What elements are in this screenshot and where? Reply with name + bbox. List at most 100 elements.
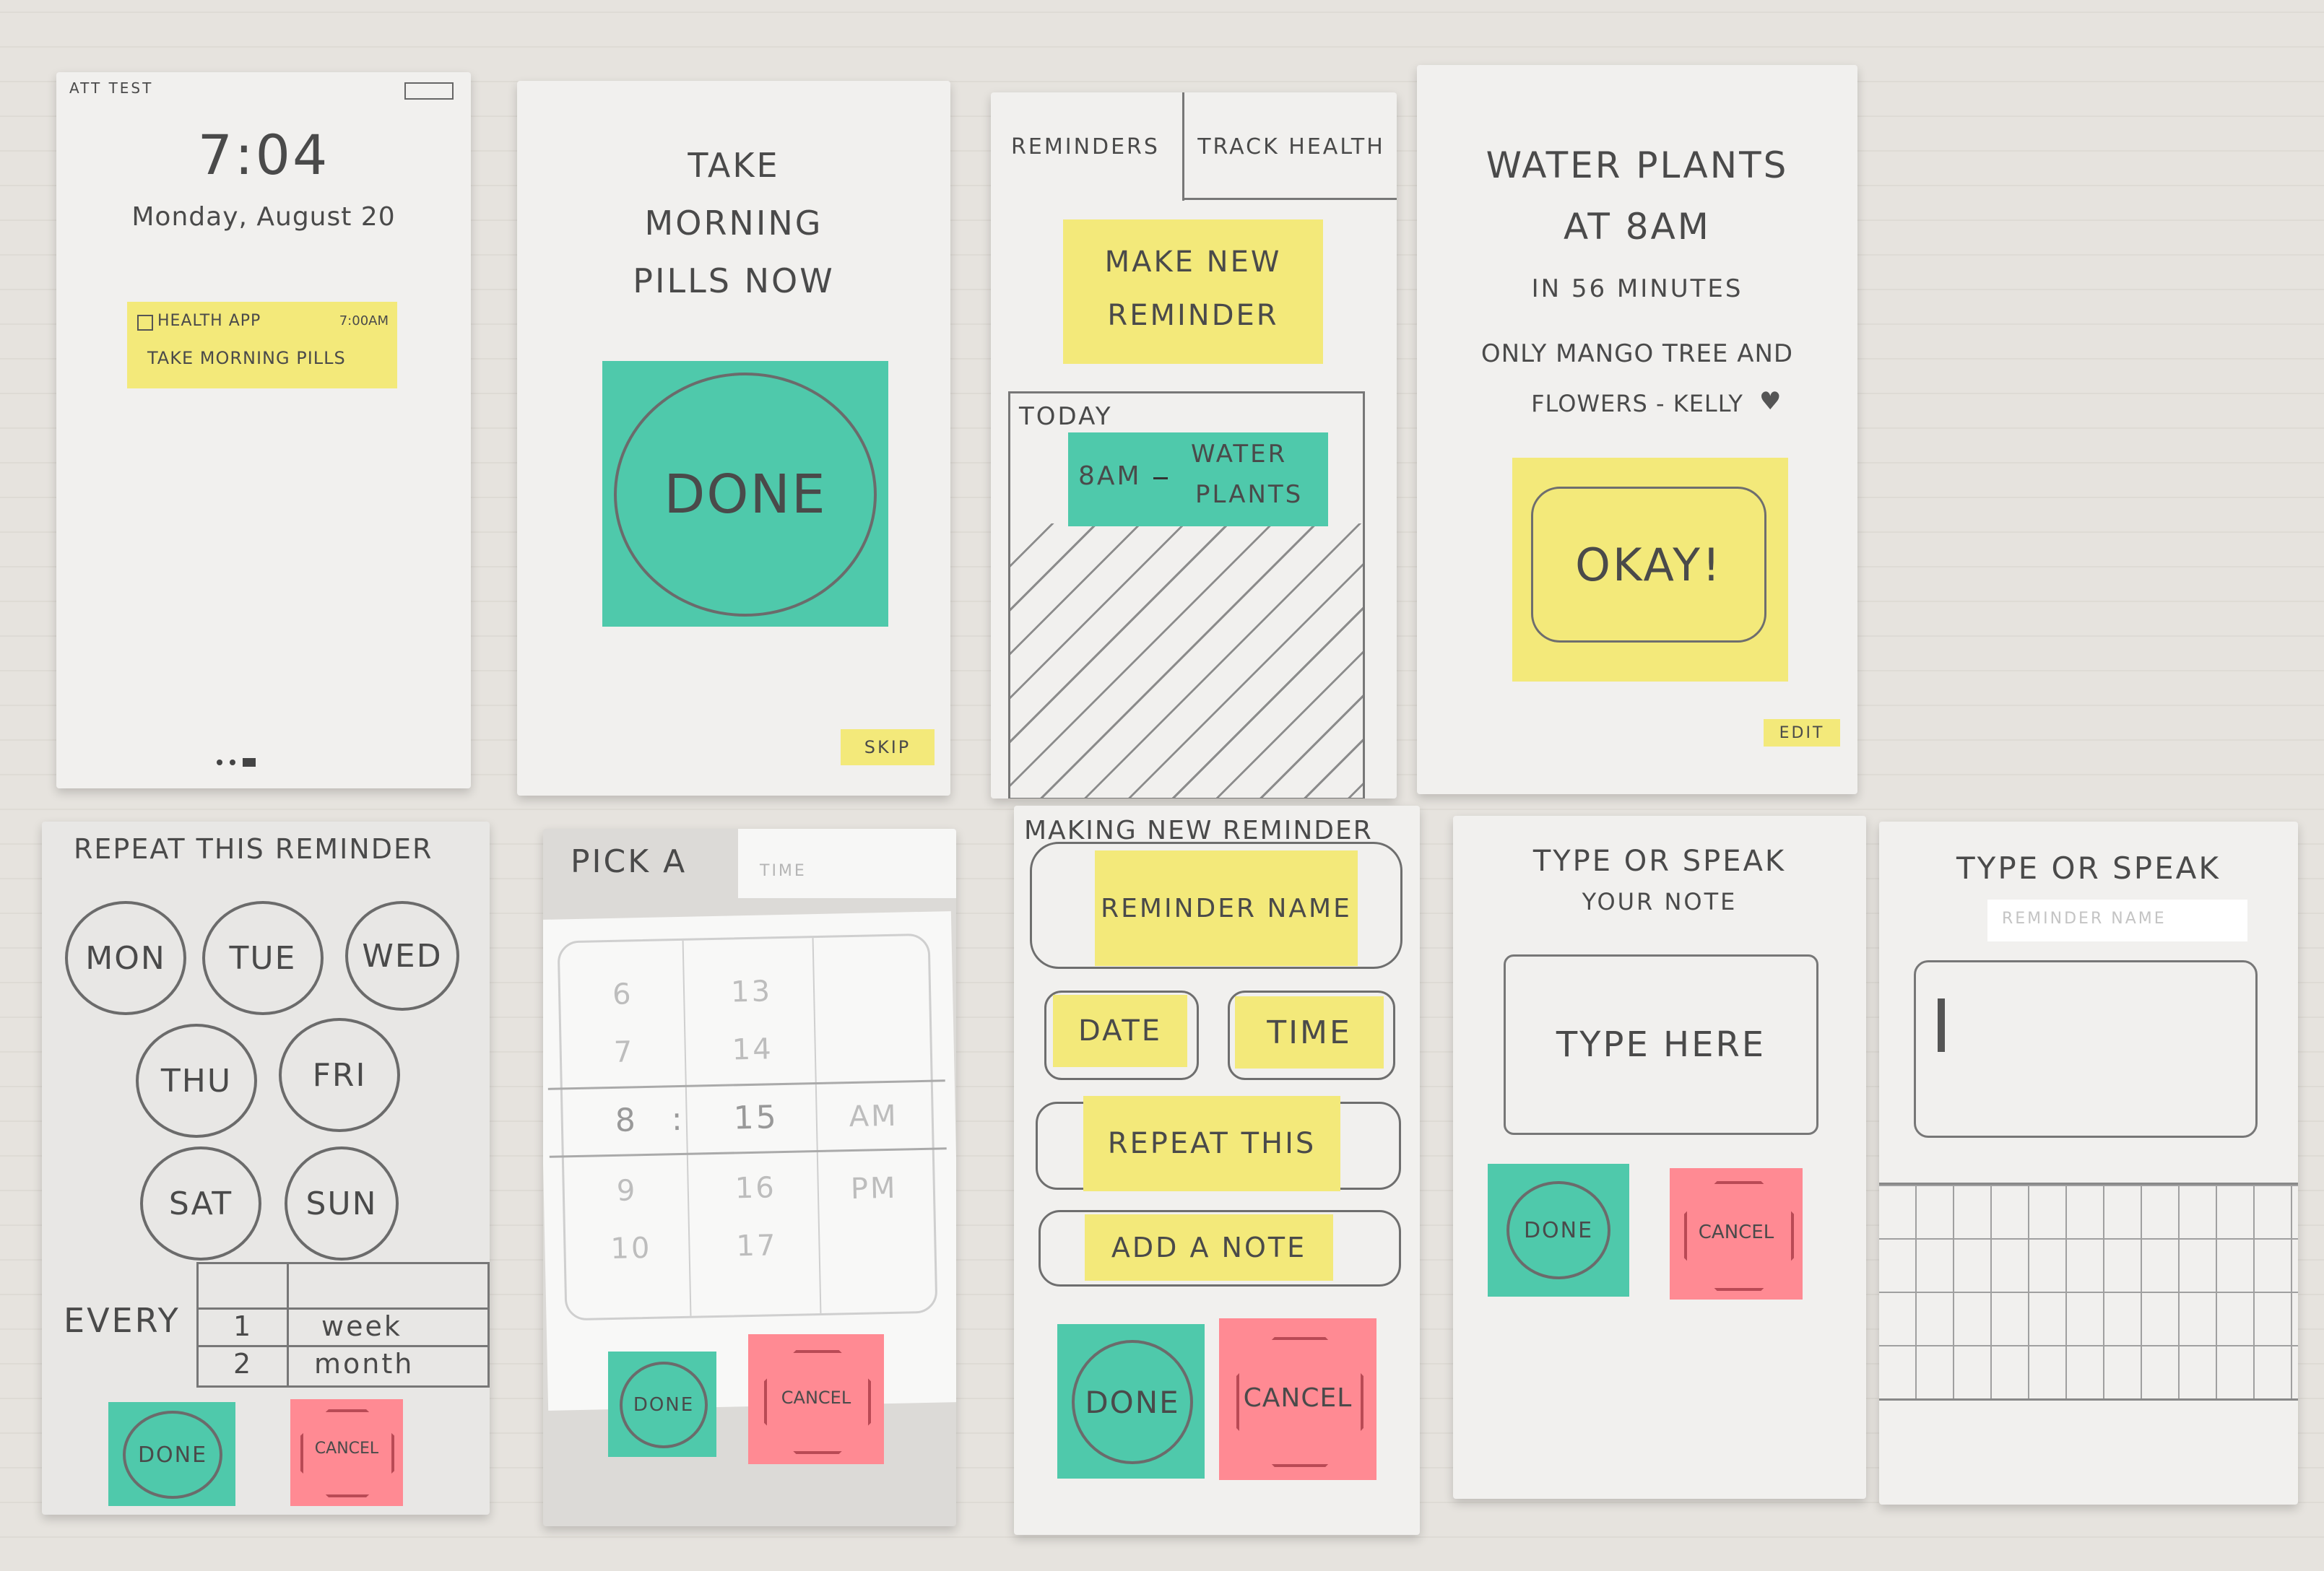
repeat-title: REPEAT THIS REMINDER: [74, 833, 433, 865]
okay-button[interactable]: OKAY!: [1531, 487, 1766, 643]
edit-button[interactable]: EDIT: [1764, 719, 1840, 747]
new-cancel-label: CANCEL: [1243, 1383, 1353, 1413]
picker-number-2[interactable]: 2: [233, 1348, 253, 1380]
notification-banner[interactable]: HEALTH APP 7:00AM TAKE MORNING PILLS: [127, 302, 397, 388]
time-picker-card: PICK A TIME 6 7 8 9 10 : 13 14 15 16 17 …: [543, 829, 956, 1526]
day-mon-label: MON: [85, 939, 166, 977]
note-input[interactable]: TYPE HERE: [1504, 954, 1818, 1135]
alert-note-line1: ONLY MANGO TREE AND: [1480, 339, 1794, 368]
alert-title-line2: AT 8AM: [1564, 206, 1711, 248]
alert-countdown: IN 56 MINUTES: [1531, 274, 1743, 303]
every-label: EVERY: [64, 1301, 181, 1340]
hour-6: 6: [612, 978, 634, 1011]
note-done-sticky: DONE: [1488, 1164, 1629, 1297]
day-tue-label: TUE: [229, 939, 297, 977]
keyboard-grid[interactable]: [1879, 1183, 2298, 1401]
picker-row-line2: [199, 1345, 487, 1347]
picker-row-line1: [199, 1307, 487, 1310]
day-fri-label: FRI: [312, 1056, 367, 1094]
new-reminder-title: MAKING NEW REMINDER: [1024, 816, 1373, 845]
keyboard-tab-label: REMINDER NAME: [2002, 910, 2167, 928]
done-button[interactable]: DONE: [614, 373, 877, 617]
picker-col-divider: [287, 1264, 289, 1385]
today-label: TODAY: [1019, 402, 1113, 431]
lock-date: Monday, August 20: [131, 202, 396, 232]
repeat-done-label: DONE: [137, 1442, 208, 1468]
time-tab-strip[interactable]: TIME: [738, 829, 956, 898]
app-icon: [137, 315, 153, 331]
page-dots: [217, 758, 260, 767]
keyboard-title: TYPE OR SPEAK: [1956, 850, 2221, 886]
day-wed[interactable]: WED: [345, 901, 459, 1011]
picker-done-label: DONE: [633, 1394, 695, 1416]
text-cursor: [1938, 998, 1945, 1052]
repeat-cancel-label: CANCEL: [314, 1440, 379, 1458]
lock-screen-card: ATT TEST 7:04 Monday, August 20 HEALTH A…: [56, 72, 471, 788]
picker-unit-week[interactable]: week: [321, 1310, 402, 1342]
today-item-task-line1: WATER: [1191, 440, 1288, 469]
skip-button[interactable]: SKIP: [841, 729, 935, 765]
repeat-done-sticky: DONE: [108, 1402, 235, 1506]
reminder-name-button[interactable]: REMINDER NAME: [1095, 850, 1358, 966]
note-cancel-sticky: CANCEL: [1670, 1168, 1803, 1300]
today-item-task-line2: PLANTS: [1195, 480, 1304, 509]
tab-reminders[interactable]: REMINDERS: [991, 114, 1180, 179]
carrier-label: ATT TEST: [69, 79, 154, 97]
hour-8: 8: [615, 1102, 638, 1139]
tab-divider: [1182, 92, 1184, 201]
new-done-label: DONE: [1085, 1384, 1180, 1420]
wheel-frame[interactable]: 6 7 8 9 10 : 13 14 15 16 17 AM PM: [547, 933, 947, 1321]
minute-17: 17: [735, 1229, 778, 1263]
reminder-alert-card: WATER PLANTS AT 8AM IN 56 MINUTES ONLY M…: [1417, 65, 1857, 794]
selection-line-top: [547, 1079, 945, 1090]
time-button[interactable]: TIME: [1235, 996, 1384, 1069]
tab-bar: REMINDERS TRACK HEALTH: [991, 92, 1397, 201]
today-item-row[interactable]: 8AM WATER PLANTS: [1068, 432, 1328, 526]
note-done-button[interactable]: DONE: [1506, 1181, 1610, 1279]
minute-14: 14: [732, 1032, 774, 1067]
repeat-done-button[interactable]: DONE: [123, 1411, 222, 1499]
note-input-placeholder: TYPE HERE: [1556, 1024, 1766, 1065]
repeat-this-button[interactable]: REPEAT THIS: [1083, 1096, 1340, 1191]
text-area[interactable]: [1914, 960, 2258, 1138]
day-mon[interactable]: MON: [65, 901, 186, 1015]
date-button[interactable]: DATE: [1053, 995, 1187, 1067]
day-thu[interactable]: THU: [136, 1024, 257, 1138]
make-new-line1: MAKE NEW: [1104, 245, 1282, 279]
picker-number-1[interactable]: 1: [233, 1310, 253, 1342]
tab-track-health[interactable]: TRACK HEALTH: [1186, 114, 1397, 179]
battery-icon: [404, 82, 454, 100]
note-done-label: DONE: [1523, 1217, 1594, 1243]
minute-15: 15: [733, 1099, 779, 1137]
day-sat-label: SAT: [168, 1185, 233, 1222]
wheel-divider2: [812, 938, 822, 1314]
make-new-reminder-button[interactable]: MAKE NEW REMINDER: [1063, 219, 1323, 364]
picker-done-button[interactable]: DONE: [620, 1362, 708, 1448]
day-sat[interactable]: SAT: [140, 1146, 261, 1261]
note-title-line2: YOUR NOTE: [1582, 888, 1738, 915]
new-done-button[interactable]: DONE: [1072, 1340, 1193, 1464]
minute-13: 13: [730, 975, 773, 1009]
day-tue[interactable]: TUE: [202, 901, 324, 1015]
add-note-button[interactable]: ADD A NOTE: [1085, 1214, 1333, 1281]
interval-picker[interactable]: 1 2 week month: [196, 1262, 490, 1388]
day-wed-label: WED: [362, 937, 443, 975]
pill-prompt-card: TAKE MORNING PILLS NOW DONE SKIP: [517, 81, 950, 796]
time-separator: :: [671, 1100, 685, 1139]
alert-note-line2: FLOWERS - KELLY: [1531, 390, 1743, 417]
repeat-screen-card: REPEAT THIS REMINDER MON TUE WED THU FRI…: [42, 822, 490, 1515]
tab-underline: [1184, 198, 1397, 200]
notification-app: HEALTH APP: [157, 312, 261, 330]
hour-10: 10: [610, 1231, 652, 1266]
picker-unit-month[interactable]: month: [314, 1348, 414, 1380]
day-sun[interactable]: SUN: [285, 1146, 399, 1261]
pill-title-line1: TAKE: [688, 146, 780, 185]
hour-9: 9: [616, 1174, 638, 1208]
camera-icon[interactable]: [243, 758, 256, 767]
day-fri[interactable]: FRI: [279, 1018, 400, 1132]
lock-time: 7:04: [197, 123, 330, 187]
pill-title-line2: MORNING: [644, 204, 823, 243]
hour-7: 7: [613, 1035, 635, 1069]
note-screen-card: TYPE OR SPEAK YOUR NOTE TYPE HERE DONE C…: [1453, 816, 1866, 1499]
keyboard-tab-strip[interactable]: REMINDER NAME: [1987, 900, 2247, 941]
